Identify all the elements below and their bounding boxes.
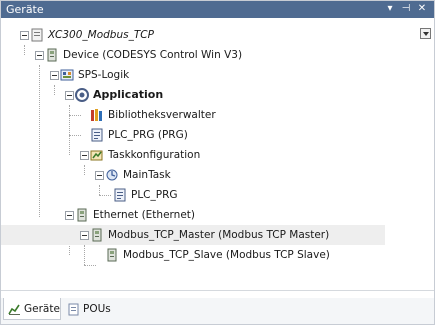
- tab-separator: [1, 290, 434, 291]
- tree-item-task-config[interactable]: Taskkonfiguration: [1, 145, 305, 165]
- collapse-toggle[interactable]: [50, 71, 59, 80]
- tree-item-device[interactable]: Device (CODESYS Control Win V3): [1, 45, 305, 65]
- tree-item-project[interactable]: XC300_Modbus_TCP: [1, 25, 305, 45]
- collapse-toggle[interactable]: [35, 51, 44, 60]
- devices-tab-icon: [8, 302, 21, 315]
- tab-label: POUs: [83, 303, 111, 315]
- tree-item-label: Taskkonfiguration: [108, 149, 201, 161]
- tree-item-application[interactable]: Application: [1, 85, 305, 105]
- tree-item-main-task-prg[interactable]: PLC_PRG: [1, 185, 305, 205]
- panel-close-icon[interactable]: ✕: [416, 2, 428, 16]
- program-call-icon: [113, 188, 127, 202]
- panel-pin-icon[interactable]: ⊣: [400, 2, 412, 16]
- tree-item-label: Device (CODESYS Control Win V3): [63, 49, 243, 61]
- pous-tab-icon: [67, 302, 80, 316]
- collapse-toggle[interactable]: [80, 231, 89, 240]
- tree-item-library-manager[interactable]: Bibliotheksverwalter: [1, 105, 305, 125]
- tree-item-label: Ethernet (Ethernet): [93, 209, 195, 221]
- tree-item-modbus-slave[interactable]: Modbus_TCP_Slave (Modbus TCP Slave): [1, 245, 385, 265]
- collapse-toggle[interactable]: [80, 151, 89, 160]
- plc-logic-icon: [60, 68, 74, 82]
- tree-item-label: Modbus_TCP_Slave (Modbus TCP Slave): [123, 249, 330, 261]
- panel-title: Geräte: [6, 3, 44, 16]
- tree-item-plc-logic[interactable]: SPS-Logik: [1, 65, 305, 85]
- tree-item-ethernet[interactable]: Ethernet (Ethernet): [1, 205, 305, 225]
- collapse-toggle[interactable]: [20, 31, 29, 40]
- device-tree: XC300_Modbus_TCP Device (CODESYS Control…: [1, 19, 434, 289]
- collapse-toggle[interactable]: [65, 211, 74, 220]
- tree-item-label: MainTask: [123, 169, 171, 181]
- project-icon: [30, 28, 44, 42]
- modbus-master-icon: [90, 228, 104, 242]
- library-icon: [90, 108, 104, 122]
- panel-menu-dropdown-icon[interactable]: ▾: [384, 2, 396, 16]
- devices-panel: Geräte ▾ ⊣ ✕ XC300_Modbus_TCP Device (CO…: [0, 0, 435, 325]
- tab-label: Geräte: [24, 303, 60, 315]
- tree-item-label: Bibliotheksverwalter: [108, 109, 216, 121]
- tab-pous[interactable]: POUs: [63, 298, 115, 320]
- tree-item-modbus-master[interactable]: Modbus_TCP_Master (Modbus TCP Master): [1, 225, 385, 245]
- panel-tabs: Geräte POUs: [1, 298, 434, 324]
- application-icon: [75, 88, 89, 102]
- panel-titlebar: Geräte ▾ ⊣ ✕: [1, 1, 434, 18]
- tab-devices[interactable]: Geräte: [3, 298, 61, 320]
- tree-dropdown-button[interactable]: [420, 28, 431, 39]
- tree-item-main-task[interactable]: MainTask: [1, 165, 305, 185]
- program-icon: [90, 128, 104, 142]
- tree-item-label: PLC_PRG: [131, 189, 178, 201]
- device-icon: [45, 48, 59, 62]
- tree-item-label: Application: [93, 88, 164, 101]
- task-icon: [105, 168, 119, 182]
- collapse-toggle[interactable]: [95, 171, 104, 180]
- tree-item-label: SPS-Logik: [78, 69, 130, 81]
- task-config-icon: [90, 148, 104, 162]
- ethernet-device-icon: [75, 208, 89, 222]
- collapse-toggle[interactable]: [65, 91, 74, 100]
- tree-item-label: Modbus_TCP_Master (Modbus TCP Master): [108, 229, 330, 241]
- tree-item-plc-prg[interactable]: PLC_PRG (PRG): [1, 125, 305, 145]
- modbus-slave-icon: [105, 248, 119, 262]
- tree-item-label: PLC_PRG (PRG): [108, 129, 188, 141]
- tree-item-label: XC300_Modbus_TCP: [48, 29, 154, 41]
